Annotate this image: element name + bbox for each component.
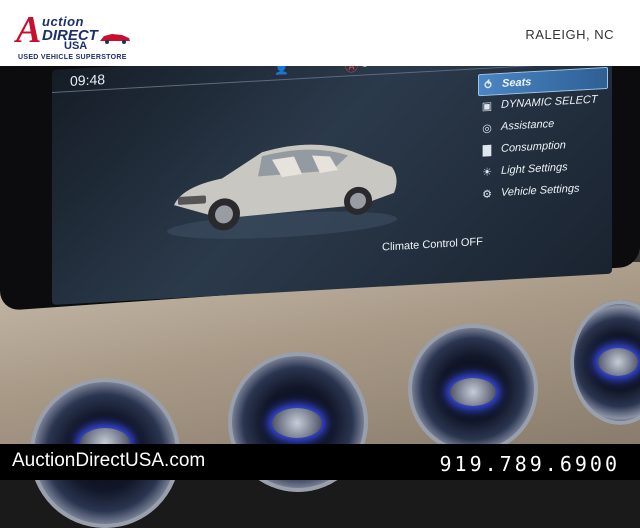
menu-item-label: Seats bbox=[502, 76, 532, 90]
menu-item-label: Consumption bbox=[501, 139, 566, 155]
car-illustration bbox=[167, 144, 397, 239]
car-dynamic-icon: ▣ bbox=[481, 99, 493, 113]
assist-icon: ◎ bbox=[482, 121, 492, 135]
seat-icon: ⥀ bbox=[484, 78, 492, 92]
climate-status-text: Climate Control OFF bbox=[382, 235, 483, 254]
dealer-website[interactable]: AuctionDirectUSA.com bbox=[12, 450, 205, 472]
dealer-logo[interactable]: A uction DIRECT USA USED VEHICLE SUPERST… bbox=[10, 8, 150, 61]
logo-car-icon bbox=[100, 34, 130, 44]
menu-item-label: DYNAMIC SELECT bbox=[501, 93, 598, 111]
dealer-header: A uction DIRECT USA USED VEHICLE SUPERST… bbox=[0, 0, 640, 66]
menu-item-label: Vehicle Settings bbox=[501, 182, 580, 199]
dealer-location: RALEIGH, NC bbox=[525, 27, 614, 42]
logo-tagline: USED VEHICLE SUPERSTORE bbox=[18, 54, 127, 61]
light-icon: ☀ bbox=[482, 165, 492, 179]
vehicle-icon: ⚙ bbox=[482, 187, 492, 201]
logo-word-usa: USA bbox=[64, 40, 88, 52]
bars-icon: ▇ bbox=[482, 143, 492, 157]
air-vents bbox=[0, 300, 640, 528]
menu-item-label: Light Settings bbox=[501, 161, 568, 177]
logo-a-letter: A bbox=[16, 9, 42, 51]
dealer-phone[interactable]: 919.789.6900 bbox=[440, 452, 621, 476]
settings-menu: ⥀ Seats ▣ DYNAMIC SELECT ◎ Assistance ▇ … bbox=[472, 66, 612, 225]
air-vent-4-knob[interactable] bbox=[598, 348, 638, 376]
dealer-footer: AuctionDirectUSA.com 919.789.6900 bbox=[0, 444, 640, 480]
clock-readout: 09:48 bbox=[70, 71, 106, 89]
infotainment-screen: 09:48 👤 Ⓐ S Climate Control OFF ⥀ Seats … bbox=[52, 38, 612, 306]
air-vent-3-knob[interactable] bbox=[450, 378, 496, 406]
air-vent-2-knob[interactable] bbox=[272, 408, 322, 438]
menu-item-label: Assistance bbox=[501, 117, 555, 133]
